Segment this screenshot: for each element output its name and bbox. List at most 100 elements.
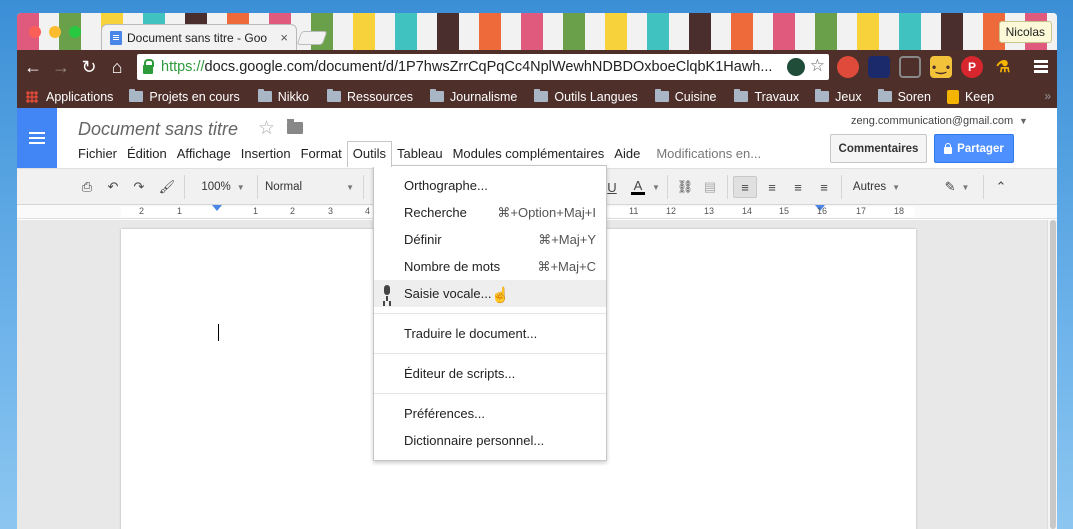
home-icon[interactable]: ⌂ xyxy=(105,56,129,80)
reload-icon[interactable]: ↻ xyxy=(77,56,101,80)
bookmark-travaux[interactable]: Travaux xyxy=(734,89,799,104)
cast-icon[interactable] xyxy=(899,56,921,78)
pinterest-icon[interactable]: P xyxy=(961,56,983,78)
justify-icon[interactable]: ≡ xyxy=(813,178,835,196)
face-extension-icon[interactable]: •‿• xyxy=(930,56,952,78)
back-icon[interactable]: ← xyxy=(21,56,45,80)
bookmark-label: Applications xyxy=(46,89,114,104)
bookmark-soren[interactable]: Soren xyxy=(877,89,931,104)
indent-marker[interactable] xyxy=(212,205,222,211)
menu-format[interactable]: Format xyxy=(296,142,347,165)
bookmark-cuisine[interactable]: Cuisine xyxy=(654,89,716,104)
more-button[interactable]: Autres ▼ xyxy=(849,178,904,196)
bookmark-ressources[interactable]: Ressources xyxy=(327,89,413,104)
comment-icon[interactable]: ▤ xyxy=(701,178,719,196)
docs-menubar: Fichier Édition Affichage Insertion Form… xyxy=(73,141,766,167)
star-icon[interactable]: ☆ xyxy=(258,117,275,140)
undo-icon[interactable]: ↶ xyxy=(103,178,123,196)
toolbar-divider xyxy=(257,175,258,199)
new-tab-button[interactable] xyxy=(296,31,328,45)
menu-affichage[interactable]: Affichage xyxy=(172,142,236,165)
editing-mode-pencil-icon[interactable]: ✎ ▼ xyxy=(943,178,971,196)
comments-button[interactable]: Commentaires xyxy=(830,134,927,163)
chevron-down-icon[interactable]: ▼ xyxy=(651,178,661,196)
folder-icon xyxy=(534,89,549,102)
zoom-value: 100% xyxy=(201,181,231,193)
menu-item-dictionnaire[interactable]: Dictionnaire personnel... xyxy=(374,427,606,454)
extension-icon[interactable] xyxy=(868,56,890,78)
bookmark-label: Jeux xyxy=(835,89,862,104)
bookmarks-overflow-icon[interactable]: » xyxy=(1044,89,1051,103)
bookmark-nikko[interactable]: Nikko xyxy=(257,89,309,104)
menu-item-nombre-de-mots[interactable]: Nombre de mots ⌘+Maj+C xyxy=(374,253,606,280)
menu-item-saisie-vocale[interactable]: Saisie vocale... ☝ xyxy=(374,280,606,307)
browser-tab[interactable]: Document sans titre - Goo × xyxy=(101,24,297,50)
url-input[interactable]: https://docs.google.com/document/d/1P7hw… xyxy=(137,54,829,80)
share-label: Partager xyxy=(957,142,1004,155)
collapse-icon[interactable]: ⌃ xyxy=(992,178,1010,196)
chrome-menu-icon[interactable] xyxy=(1034,60,1048,73)
zoom-select[interactable]: 100% ▼ xyxy=(192,178,254,196)
close-window-button[interactable] xyxy=(29,26,41,38)
menu-item-definir[interactable]: Définir ⌘+Maj+Y xyxy=(374,226,606,253)
menu-edition[interactable]: Édition xyxy=(122,142,172,165)
bookmark-keep[interactable]: Keep xyxy=(946,89,994,104)
redo-icon[interactable]: ↷ xyxy=(129,178,149,196)
paint-format-icon[interactable]: 🖌 xyxy=(157,178,177,196)
text-color-button[interactable]: A xyxy=(626,178,650,196)
save-status[interactable]: Modifications en... xyxy=(651,142,766,165)
style-select[interactable]: Normal ▼ xyxy=(265,178,355,196)
bookmark-jeux[interactable]: Jeux xyxy=(815,89,862,104)
browser-window: Document sans titre - Goo × Nicolas ← → … xyxy=(17,13,1057,529)
style-value: Normal xyxy=(265,181,303,193)
extension-dot-icon[interactable] xyxy=(787,58,805,76)
menu-fichier[interactable]: Fichier xyxy=(73,142,122,165)
vertical-scrollbar[interactable] xyxy=(1047,220,1057,529)
bookmark-label: Outils Langues xyxy=(554,89,638,104)
menu-item-preferences[interactable]: Préférences... xyxy=(374,400,606,427)
flask-icon[interactable]: ⚗ xyxy=(992,56,1014,78)
menu-item-traduire[interactable]: Traduire le document... xyxy=(374,320,606,347)
toolbar-divider xyxy=(667,175,668,199)
menu-item-recherche[interactable]: Recherche ⌘+Option+Maj+I xyxy=(374,199,606,226)
minimize-window-button[interactable] xyxy=(49,26,61,38)
account-email[interactable]: zeng.communication@gmail.com xyxy=(851,115,1013,127)
ruler-tick: 16 xyxy=(817,206,828,216)
bookmark-projets[interactable]: Projets en cours xyxy=(129,89,240,104)
bookmark-journalisme[interactable]: Journalisme xyxy=(430,89,517,104)
menu-tableau[interactable]: Tableau xyxy=(392,142,448,165)
menu-insertion[interactable]: Insertion xyxy=(236,142,296,165)
menu-outils[interactable]: Outils xyxy=(346,141,393,167)
print-icon[interactable]: ⎙ xyxy=(77,178,97,196)
tab-close-icon[interactable]: × xyxy=(280,30,288,45)
bookmark-star-icon[interactable]: ☆ xyxy=(810,56,825,76)
align-left-icon[interactable]: ≡ xyxy=(733,176,757,198)
profile-button[interactable]: Nicolas xyxy=(998,21,1052,43)
bookmark-applications[interactable]: Applications xyxy=(26,90,113,104)
move-to-folder-icon[interactable] xyxy=(287,119,303,134)
shield-extension-icon[interactable] xyxy=(837,56,859,78)
menu-aide[interactable]: Aide xyxy=(609,142,645,165)
bookmark-outils-langues[interactable]: Outils Langues xyxy=(534,89,638,104)
maximize-window-button[interactable] xyxy=(69,26,81,38)
toolbar-divider xyxy=(983,175,984,199)
document-title[interactable]: Document sans titre xyxy=(78,119,238,140)
menu-item-orthographe[interactable]: Orthographe... xyxy=(374,172,606,199)
chevron-down-icon: ▼ xyxy=(346,182,354,192)
align-right-icon[interactable]: ≡ xyxy=(787,178,809,196)
menu-divider xyxy=(374,353,606,354)
link-icon[interactable]: ⛓ xyxy=(674,178,696,196)
folder-icon xyxy=(734,89,749,102)
menu-modules[interactable]: Modules complémentaires xyxy=(448,142,610,165)
menu-item-label: Recherche xyxy=(404,205,467,220)
docs-home-icon[interactable] xyxy=(17,108,57,168)
share-button[interactable]: Partager xyxy=(934,134,1014,163)
ruler-tick: 4 xyxy=(365,206,371,216)
scrollbar-thumb[interactable] xyxy=(1050,220,1056,529)
menu-item-editeur-scripts[interactable]: Éditeur de scripts... xyxy=(374,360,606,387)
menu-divider xyxy=(374,313,606,314)
account-caret-icon[interactable]: ▼ xyxy=(1019,116,1028,126)
align-center-icon[interactable]: ≡ xyxy=(761,178,783,196)
ruler-tick: 2 xyxy=(290,206,296,216)
forward-icon[interactable]: → xyxy=(49,56,73,80)
